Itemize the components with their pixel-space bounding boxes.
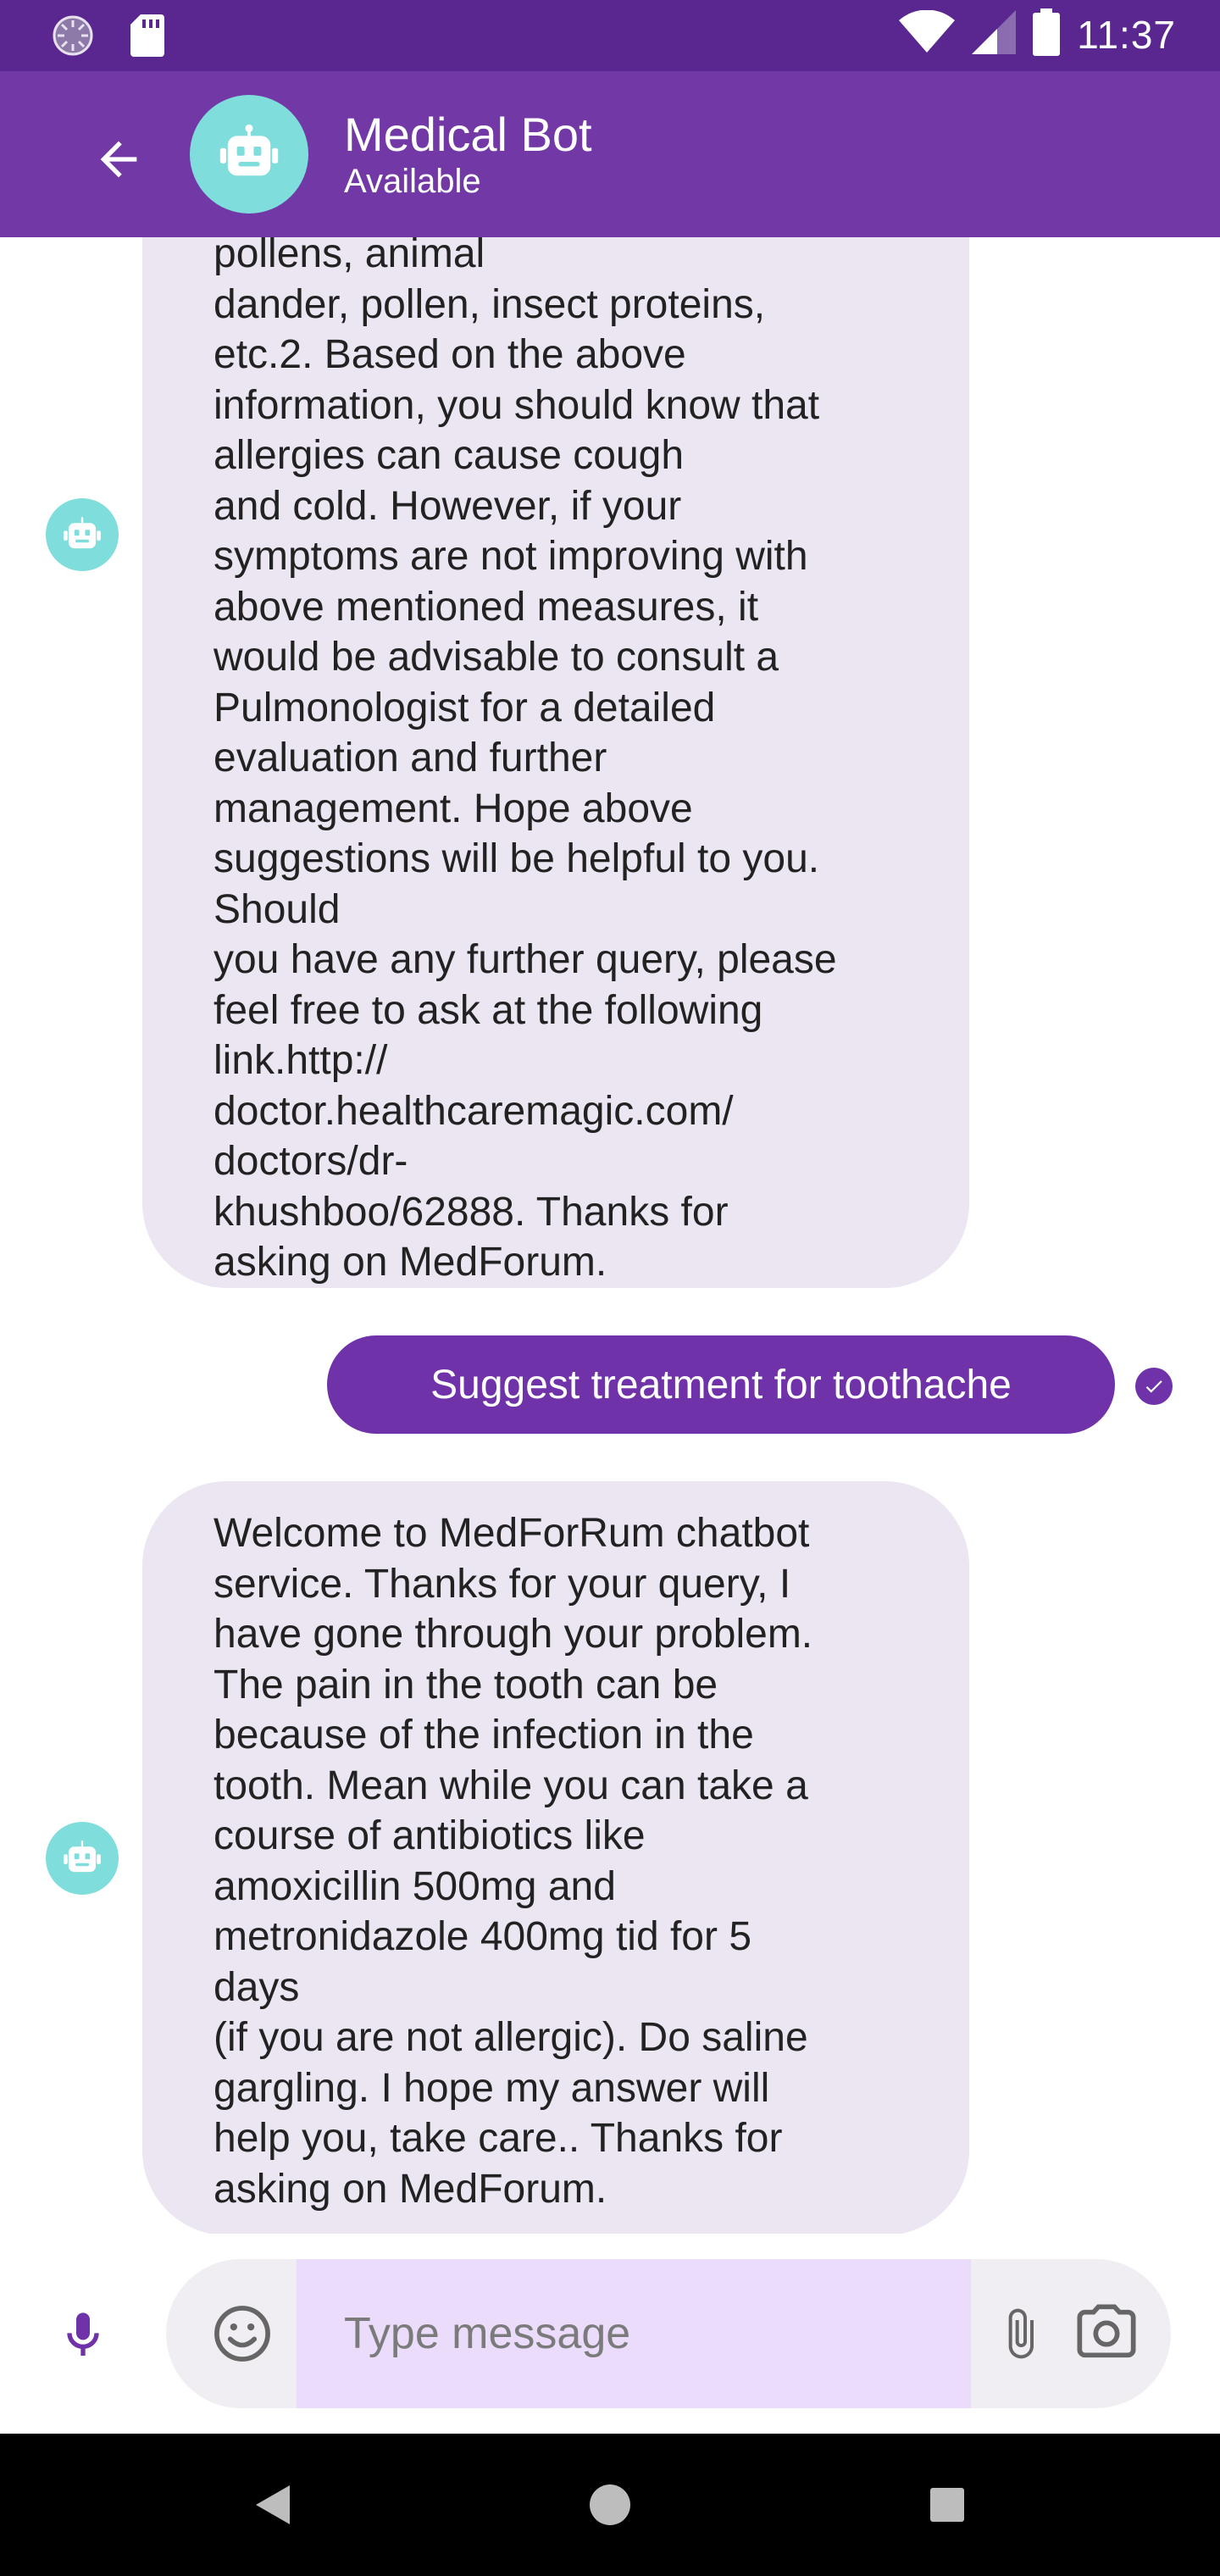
recents-square-icon	[930, 2488, 964, 2522]
composer-bar	[0, 2234, 1220, 2434]
sent-check-icon	[1135, 1368, 1173, 1405]
attach-button[interactable]	[979, 2293, 1061, 2374]
back-triangle-icon	[256, 2485, 290, 2524]
chat-title: Medical Bot	[344, 108, 592, 161]
nav-recents-button[interactable]	[907, 2464, 988, 2545]
mic-icon	[67, 2312, 99, 2356]
nav-back-button[interactable]	[232, 2464, 313, 2545]
mic-button[interactable]	[42, 2295, 124, 2376]
system-nav-bar	[0, 2434, 1220, 2576]
status-time: 11:37	[1077, 12, 1176, 57]
chat-screen: 11:37 Medical Bot Available pollens, ani…	[0, 0, 1220, 2576]
bot-message-bubble[interactable]: pollens, animal dander, pollen, insect p…	[142, 237, 969, 1288]
arrow-left-icon	[100, 141, 137, 178]
robot-icon	[64, 1840, 101, 1873]
robot-icon	[64, 517, 101, 549]
back-button[interactable]	[78, 119, 159, 200]
wifi-icon	[899, 9, 956, 58]
spinner-icon	[51, 14, 95, 62]
chat-status: Available	[344, 163, 481, 200]
battery-icon	[1033, 8, 1061, 60]
smiley-icon	[214, 2306, 270, 2362]
cell-signal-icon	[972, 10, 1017, 58]
bot-avatar[interactable]	[190, 95, 308, 214]
camera-button[interactable]	[1066, 2293, 1147, 2374]
paperclip-icon	[1008, 2308, 1034, 2359]
bot-message-bubble[interactable]: Welcome to MedForRum chatbot service. Th…	[142, 1481, 969, 2234]
status-bar-left	[51, 14, 164, 62]
emoji-button[interactable]	[202, 2293, 283, 2374]
app-bar: Medical Bot Available	[0, 71, 1220, 237]
message-list[interactable]: pollens, animal dander, pollen, insect p…	[0, 237, 1220, 2234]
nav-home-button[interactable]	[569, 2464, 651, 2545]
status-bar-right: 11:37	[899, 8, 1176, 60]
message-input[interactable]	[297, 2259, 971, 2408]
message-avatar	[46, 1822, 119, 1895]
status-bar: 11:37	[0, 0, 1220, 71]
sd-card-icon	[130, 14, 164, 61]
camera-icon	[1077, 2304, 1136, 2358]
user-message-bubble[interactable]: Suggest treatment for toothache	[327, 1335, 1115, 1434]
composer-pill	[166, 2259, 1171, 2408]
robot-icon	[219, 124, 279, 176]
home-circle-icon	[590, 2484, 630, 2525]
message-avatar	[46, 498, 119, 571]
